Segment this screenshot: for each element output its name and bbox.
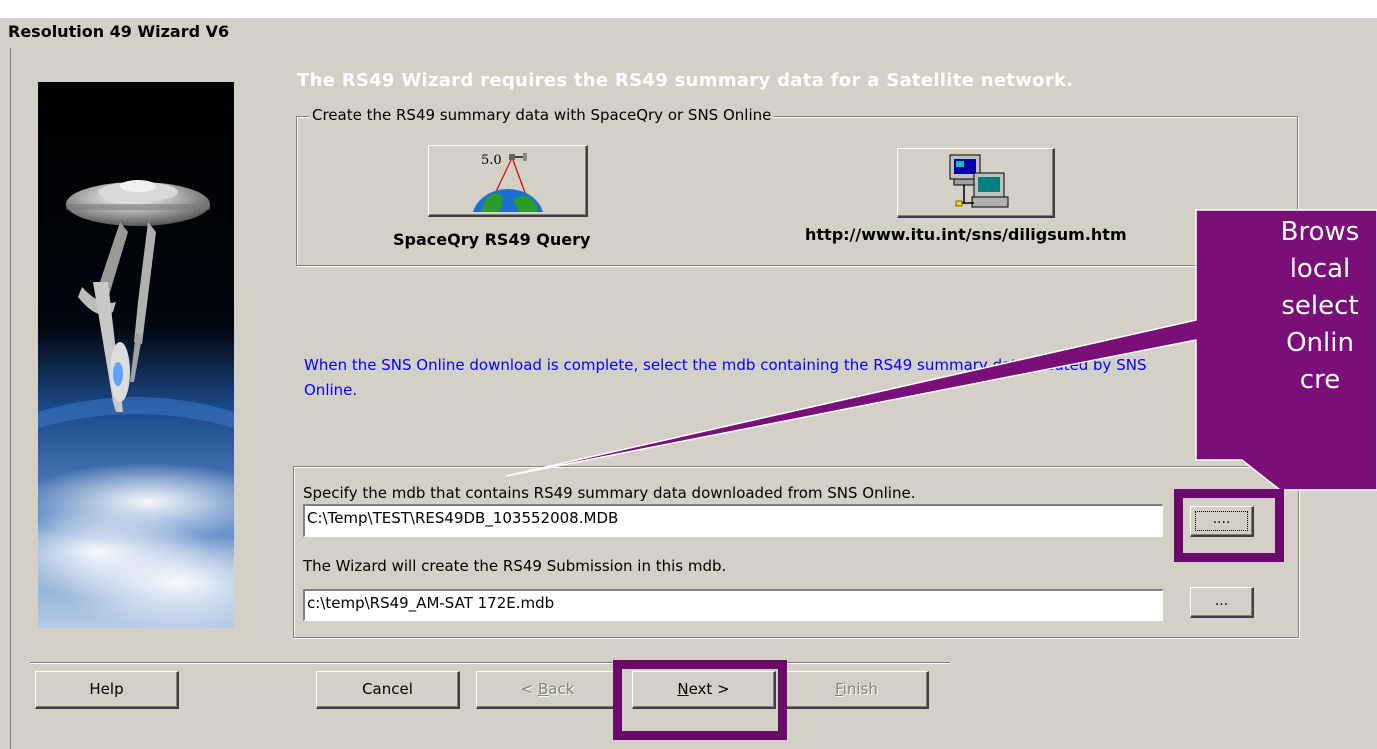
finish-button-mnemonic: F [835, 680, 843, 698]
target-mdb-input[interactable]: c:\temp\RS49_AM-SAT 172E.mdb [303, 589, 1163, 621]
browse-button-highlight [1174, 489, 1284, 562]
window-title: Resolution 49 Wizard V6 [8, 22, 230, 41]
cancel-button[interactable]: Cancel [316, 671, 460, 709]
help-button-label: Help [89, 680, 124, 698]
starship-side-image [38, 82, 234, 628]
spaceqry-version: 5.0 [481, 153, 502, 168]
button-separator [30, 662, 950, 664]
back-button-mnemonic: B [537, 680, 549, 698]
title-bar: Resolution 49 Wizard V6 [0, 17, 1377, 48]
top-strip [0, 0, 1377, 17]
browse-target-label: ... [1214, 593, 1229, 609]
spaceqry-label: SpaceQry RS49 Query [393, 230, 591, 249]
finish-button[interactable]: Finish [785, 671, 929, 709]
target-mdb-label: The Wizard will create the RS49 Submissi… [303, 557, 727, 575]
globe-satellite-icon: 5.0 [473, 153, 543, 212]
callout-text: Brows local select Onlin cre [1200, 214, 1377, 399]
browse-target-mdb-button[interactable]: ... [1190, 587, 1254, 618]
help-button[interactable]: Help [35, 671, 179, 709]
callout-line: Onlin [1286, 328, 1354, 358]
sns-online-button[interactable] [897, 148, 1055, 218]
callout-line: Brows [1280, 217, 1360, 247]
back-button-rest: ack [548, 680, 575, 698]
finish-button-rest: inish [842, 680, 878, 698]
cancel-button-label: Cancel [362, 680, 413, 698]
back-button-arrow: < [520, 680, 538, 698]
network-computers-icon [949, 154, 1009, 208]
callout-line: select [1281, 291, 1359, 321]
callout-line: local [1289, 254, 1351, 284]
wizard-window: Resolution 49 Wizard V6 The RS49 Wizard … [0, 0, 1377, 749]
spaceqry-button[interactable]: 5.0 [428, 145, 588, 217]
sns-download-info-text: When the SNS Online download is complete… [304, 356, 1147, 399]
back-button[interactable]: < Back [476, 671, 620, 709]
wizard-headline: The RS49 Wizard requires the RS49 summar… [297, 70, 1074, 91]
source-mdb-label: Specify the mdb that contains RS49 summa… [303, 484, 916, 502]
source-mdb-input[interactable]: C:\Temp\TEST\RES49DB_103552008.MDB [303, 504, 1163, 537]
callout-line: cre [1299, 365, 1341, 395]
sns-online-url-label: http://www.itu.int/sns/diligsum.htm [805, 225, 1127, 244]
next-button-highlight [613, 660, 787, 740]
create-group-legend: Create the RS49 summary data with SpaceQ… [309, 106, 775, 124]
starship-illustration [38, 82, 234, 628]
